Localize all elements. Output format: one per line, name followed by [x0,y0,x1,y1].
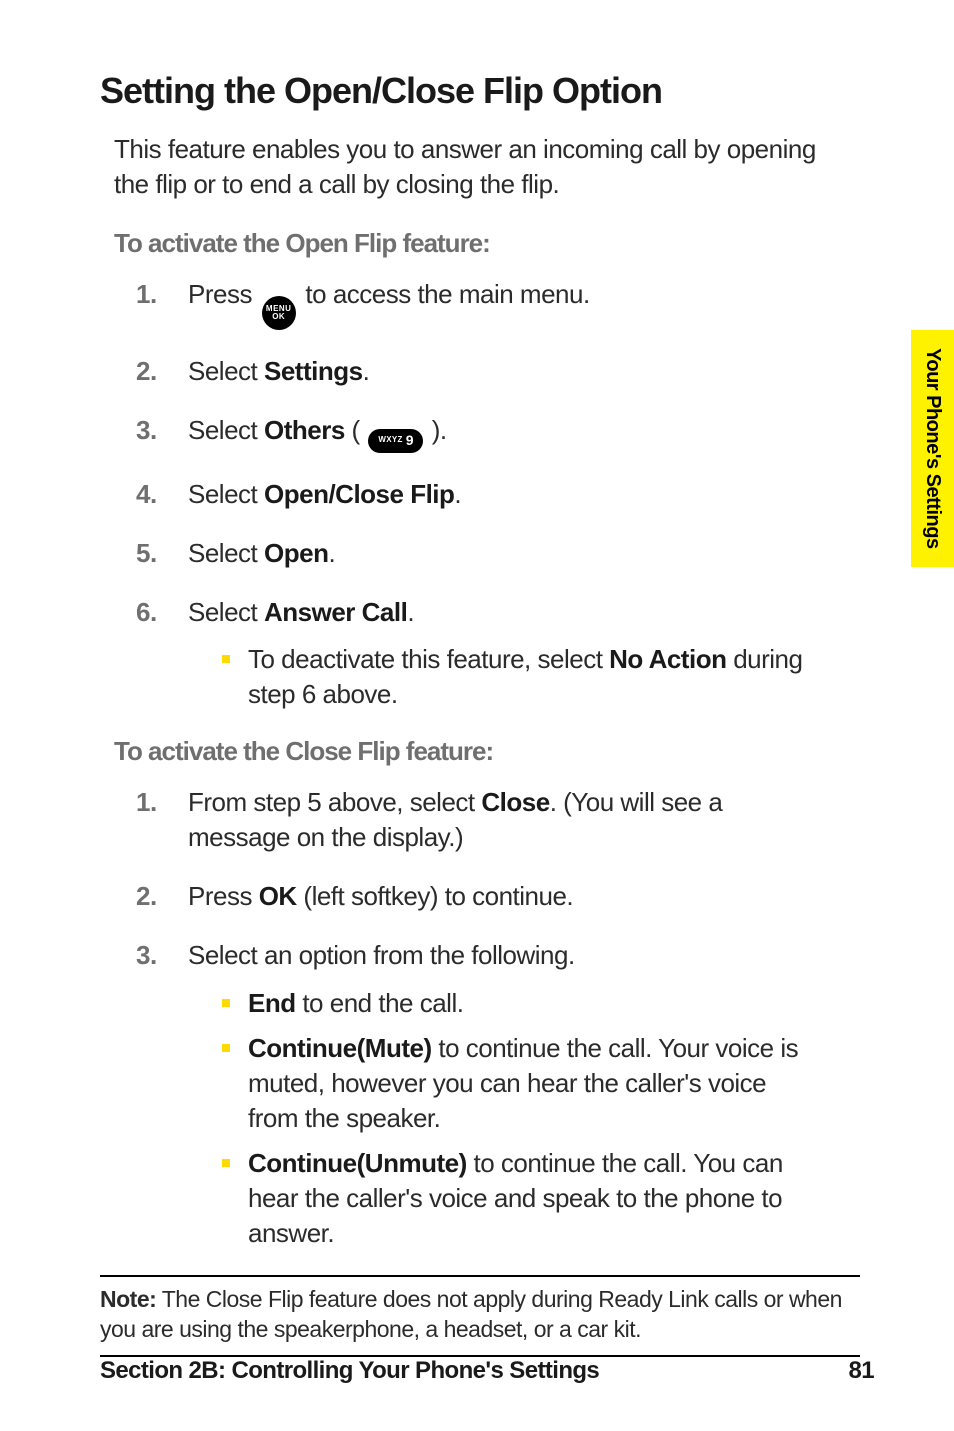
step-1: Press MENUOK to access the main menu. [136,277,816,330]
bold-text: No Action [609,644,726,674]
text: Select [188,415,264,445]
key-letters: WXYZ [378,435,402,446]
sub-bullet: To deactivate this feature, select No Ac… [222,642,816,712]
bold-text: Close [481,787,549,817]
bold-text: Continue(Mute) [248,1033,432,1063]
bold-text: Answer Call [264,597,407,627]
subheading-close-flip: To activate the Close Flip feature: [114,736,874,767]
footer-page-number: 81 [849,1357,875,1385]
text: To deactivate this feature, select [248,644,609,674]
text: Press [188,881,259,911]
bold-text: Settings [264,356,363,386]
text: Press [188,279,259,309]
text: ). [425,415,447,445]
text: Select [188,538,264,568]
bold-text: Open/Close Flip [264,479,454,509]
text: From step 5 above, select [188,787,481,817]
text: to access the main menu. [299,279,590,309]
text: to end the call. [296,988,464,1018]
bold-text: Others [264,415,345,445]
text: ( [345,415,367,445]
bold-text: Continue(Unmute) [248,1148,467,1178]
step-3: Select Others ( WXYZ 9 ). [136,413,816,452]
page-content: Setting the Open/Close Flip Option This … [0,0,954,1431]
text: . [363,356,370,386]
step-6: Select Answer Call. To deactivate this f… [136,595,816,712]
step-3: Select an option from the following. End… [136,938,816,1251]
step-5: Select Open. [136,536,816,571]
key-digit: 9 [406,431,413,450]
step-1: From step 5 above, select Close. (You wi… [136,785,816,855]
sub-bullet-mute: Continue(Mute) to continue the call. You… [222,1031,816,1136]
menu-ok-icon: MENUOK [262,296,296,330]
note-box: Note: The Close Flip feature does not ap… [100,1275,860,1357]
text: . [454,479,461,509]
key-9-icon: WXYZ 9 [368,429,423,453]
text: Select [188,356,264,386]
sub-bullet-unmute: Continue(Unmute) to continue the call. Y… [222,1146,816,1251]
sub-bullets: End to end the call. Continue(Mute) to c… [222,986,816,1252]
text: (left softkey) to continue. [297,881,573,911]
note-text: The Close Flip feature does not apply du… [100,1286,842,1342]
step-4: Select Open/Close Flip. [136,477,816,512]
page-title: Setting the Open/Close Flip Option [100,70,874,112]
footer-section: Section 2B: Controlling Your Phone's Set… [100,1357,599,1385]
step-2: Select Settings. [136,354,816,389]
subheading-open-flip: To activate the Open Flip feature: [114,228,874,259]
step-2: Press OK (left softkey) to continue. [136,879,816,914]
text: Select [188,479,264,509]
text: Select an option from the following. [188,940,575,970]
intro-paragraph: This feature enables you to answer an in… [114,132,834,202]
page-footer: Section 2B: Controlling Your Phone's Set… [100,1357,874,1385]
icon-label-bottom: OK [272,313,285,321]
bold-text: End [248,988,296,1018]
sub-bullets: To deactivate this feature, select No Ac… [222,642,816,712]
text: . [407,597,414,627]
note-label: Note: [100,1286,156,1312]
bold-text: Open [264,538,328,568]
text: Select [188,597,264,627]
text: . [328,538,335,568]
close-flip-steps: From step 5 above, select Close. (You wi… [136,785,816,1251]
bold-text: OK [259,881,297,911]
open-flip-steps: Press MENUOK to access the main menu. Se… [136,277,816,712]
sub-bullet-end: End to end the call. [222,986,816,1021]
